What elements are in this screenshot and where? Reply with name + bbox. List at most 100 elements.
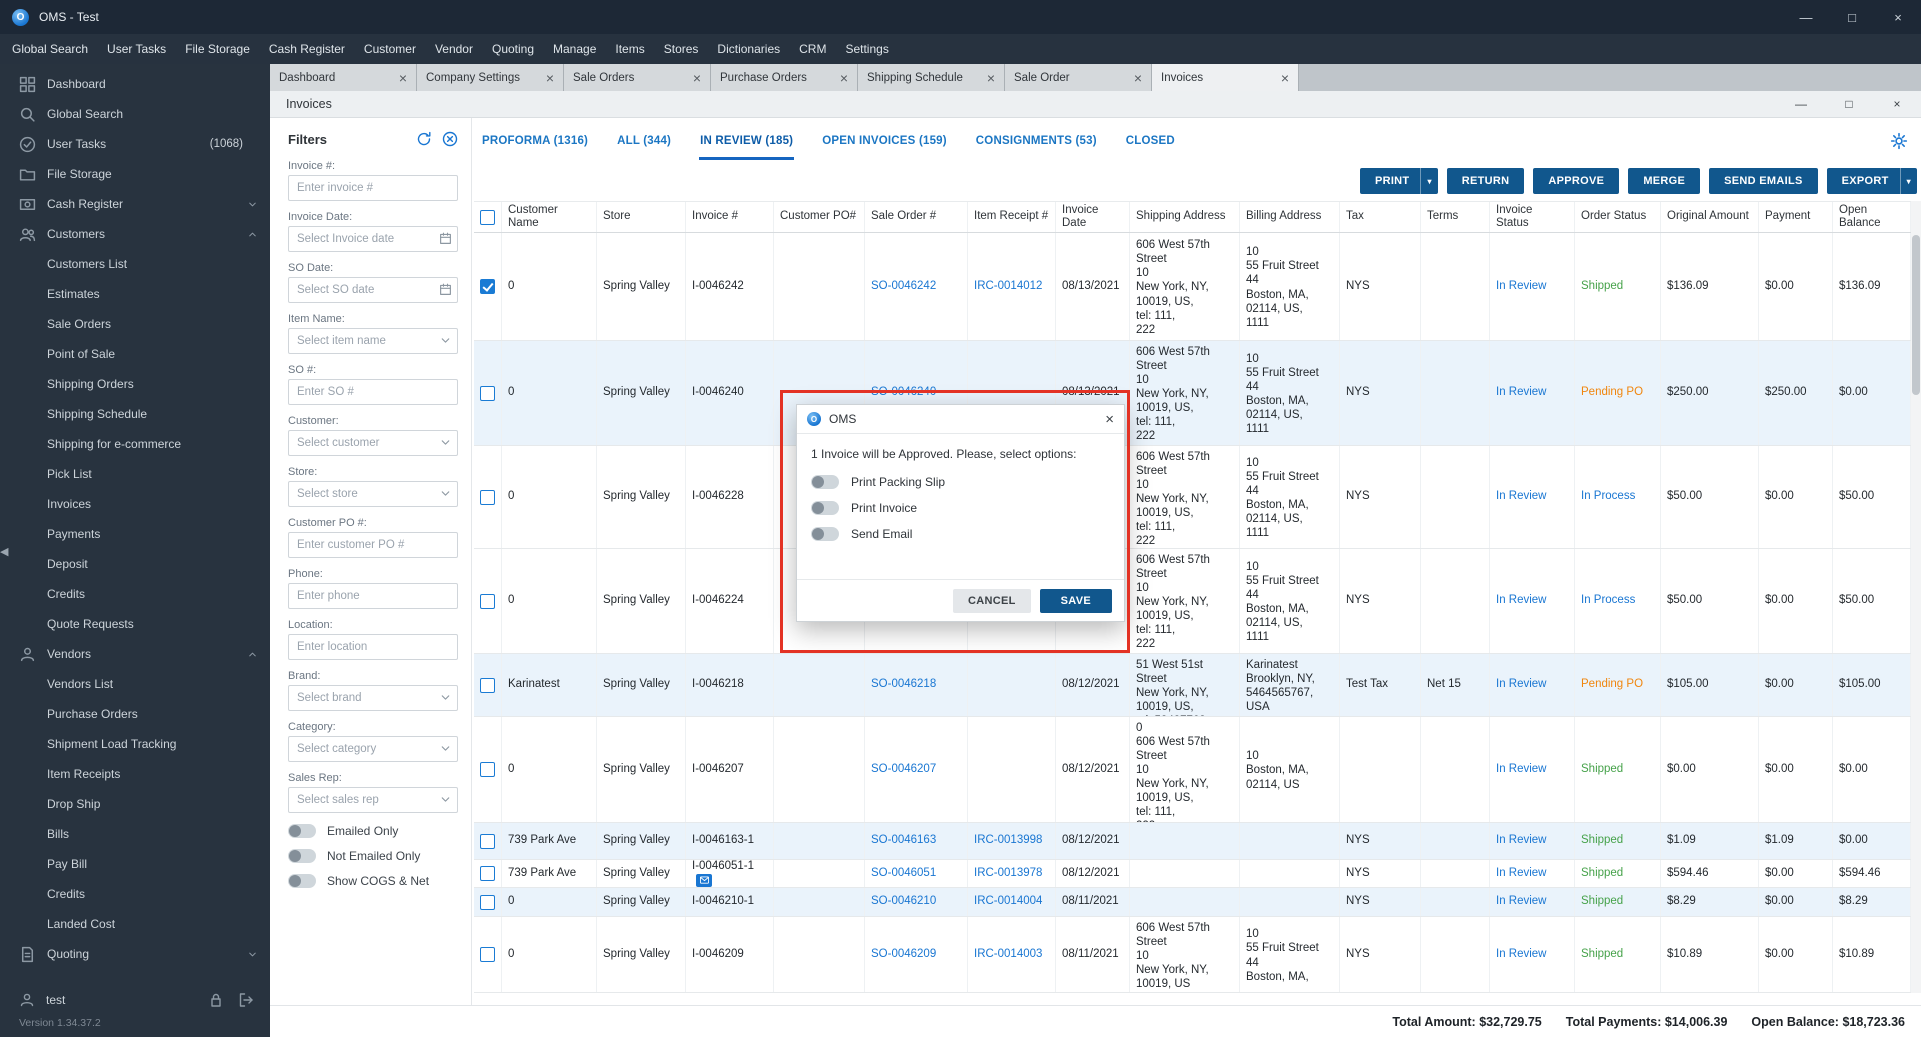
menu-settings[interactable]: Settings (845, 42, 888, 56)
toggle-switch[interactable] (288, 849, 316, 863)
logout-icon[interactable] (238, 992, 254, 1008)
sidebar-item-quoting[interactable]: Quoting (0, 939, 270, 969)
invoice-row[interactable]: 0 Spring Valley I-0046207 SO-0046207 08/12/2… (474, 717, 1911, 823)
view-tab-closed[interactable]: CLOSED (1125, 131, 1176, 160)
item-receipt-link[interactable]: IRC-0013998 (974, 834, 1042, 848)
menu-user-tasks[interactable]: User Tasks (107, 42, 166, 56)
sidebar-item-customers-list[interactable]: Customers List (0, 249, 270, 279)
view-tab-all-344[interactable]: ALL (344) (616, 131, 672, 160)
row-checkbox[interactable] (480, 677, 495, 693)
row-checkbox[interactable] (480, 833, 495, 849)
menu-quoting[interactable]: Quoting (492, 42, 534, 56)
sidebar-item-pick-list[interactable]: Pick List (0, 459, 270, 489)
window-maximize-button[interactable]: □ (1825, 91, 1873, 117)
return-button[interactable]: RETURN (1446, 168, 1525, 194)
sidebar-item-invoices[interactable]: Invoices (0, 489, 270, 519)
sidebar-item-shipment-load-tracking[interactable]: Shipment Load Tracking (0, 729, 270, 759)
row-checkbox[interactable] (480, 947, 495, 962)
column-header-payment[interactable]: Payment (1759, 202, 1833, 232)
filter-input-store[interactable] (288, 481, 458, 507)
sale-order-link[interactable]: SO-0046163 (871, 834, 936, 848)
sidebar-item-shipping-for-e-commerce[interactable]: Shipping for e-commerce (0, 429, 270, 459)
dialog-close-icon[interactable]: × (1105, 412, 1114, 427)
column-header-open-balance[interactable]: Open Balance (1833, 202, 1911, 232)
invoice-row[interactable]: 739 Park Ave Spring Valley I-0046051-1 SO-0… (474, 860, 1911, 888)
column-header-customer-po[interactable]: Customer PO# (774, 202, 865, 232)
sidebar-collapse-icon[interactable]: ◀ (0, 545, 8, 558)
sidebar-item-user-tasks[interactable]: User Tasks (1068) (0, 129, 270, 159)
menu-crm[interactable]: CRM (799, 42, 826, 56)
dropdown-caret-icon[interactable]: ▾ (1420, 168, 1437, 194)
toggle-switch[interactable] (288, 824, 316, 838)
export-button[interactable]: EXPORT ▾ (1826, 168, 1917, 194)
sidebar-item-shipping-orders[interactable]: Shipping Orders (0, 369, 270, 399)
invoice-row[interactable]: 0 Spring Valley I-0046210-1 SO-0046210 IRC-0… (474, 888, 1911, 917)
menu-cash-register[interactable]: Cash Register (269, 42, 345, 56)
invoice-row[interactable]: 739 Park Ave Spring Valley I-0046163-1 SO-0… (474, 823, 1911, 860)
sale-order-link[interactable]: SO-0046218 (871, 678, 936, 692)
sidebar-item-customers[interactable]: Customers (0, 219, 270, 249)
sidebar-item-estimates[interactable]: Estimates (0, 279, 270, 309)
clear-filters-icon[interactable] (442, 131, 458, 147)
filter-input-invoice[interactable] (288, 175, 458, 201)
filter-input-customer-po[interactable] (288, 532, 458, 558)
close-tab-icon[interactable]: × (399, 71, 407, 85)
filter-toggle-emailed-only[interactable]: Emailed Only (288, 824, 458, 838)
doc-tab-dashboard[interactable]: Dashboard × (270, 64, 417, 91)
sidebar-item-file-storage[interactable]: File Storage (0, 159, 270, 189)
doc-tab-sale-orders[interactable]: Sale Orders × (564, 64, 711, 91)
merge-button[interactable]: MERGE (1628, 168, 1701, 194)
modal-option-print-packing-slip[interactable]: Print Packing Slip (811, 475, 1110, 489)
invoice-row[interactable]: 0 Spring Valley I-0046224 606 West 57th Str… (474, 549, 1911, 654)
settings-gear-icon[interactable] (1890, 132, 1908, 150)
sidebar-item-shipping-schedule[interactable]: Shipping Schedule (0, 399, 270, 429)
filter-toggle-not-emailed-only[interactable]: Not Emailed Only (288, 849, 458, 863)
toggle-switch[interactable] (288, 874, 316, 888)
toggle-switch[interactable] (811, 527, 839, 541)
close-tab-icon[interactable]: × (840, 71, 848, 85)
sale-order-link[interactable]: SO-0046207 (871, 763, 936, 777)
sidebar-item-purchase-orders[interactable]: Purchase Orders (0, 699, 270, 729)
column-header-invoice[interactable]: Invoice # (686, 202, 774, 232)
close-tab-icon[interactable]: × (1134, 71, 1142, 85)
modal-option-print-invoice[interactable]: Print Invoice (811, 501, 1110, 515)
sidebar-item-landed-cost[interactable]: Landed Cost (0, 909, 270, 939)
row-checkbox[interactable] (480, 894, 495, 910)
sidebar-item-bills[interactable]: Bills (0, 819, 270, 849)
dropdown-caret-icon[interactable]: ▾ (1899, 168, 1917, 194)
sidebar-item-pay-bill[interactable]: Pay Bill (0, 849, 270, 879)
filter-input-brand[interactable] (288, 685, 458, 711)
view-tab-in-review-185[interactable]: IN REVIEW (185) (699, 131, 795, 160)
column-header-customer-name[interactable]: Customer Name (502, 202, 597, 232)
menu-manage[interactable]: Manage (553, 42, 596, 56)
window-minimize-button[interactable]: — (1777, 91, 1825, 117)
modal-option-send-email[interactable]: Send Email (811, 527, 1110, 541)
doc-tab-shipping-schedule[interactable]: Shipping Schedule × (858, 64, 1005, 91)
column-header-sale-order[interactable]: Sale Order # (865, 202, 968, 232)
filter-input-so-date[interactable] (288, 277, 458, 303)
menu-items[interactable]: Items (615, 42, 644, 56)
menu-dictionaries[interactable]: Dictionaries (717, 42, 780, 56)
item-receipt-link[interactable]: IRC-0014003 (974, 948, 1042, 962)
menu-customer[interactable]: Customer (364, 42, 416, 56)
item-receipt-link[interactable]: IRC-0014012 (974, 280, 1042, 294)
menu-global-search[interactable]: Global Search (12, 42, 88, 56)
doc-tab-invoices[interactable]: Invoices × (1152, 64, 1299, 91)
print-button[interactable]: PRINT ▾ (1359, 168, 1438, 194)
filter-input-item-name[interactable] (288, 328, 458, 354)
doc-tab-purchase-orders[interactable]: Purchase Orders × (711, 64, 858, 91)
select-all-checkbox[interactable] (480, 209, 495, 225)
filter-input-location[interactable] (288, 634, 458, 660)
row-checkbox[interactable] (480, 279, 495, 294)
row-checkbox[interactable] (480, 762, 495, 777)
toggle-switch[interactable] (811, 501, 839, 515)
sale-order-link[interactable]: SO-0046051 (871, 867, 936, 881)
toggle-switch[interactable] (811, 475, 839, 489)
menu-stores[interactable]: Stores (664, 42, 699, 56)
window-close-button[interactable]: × (1873, 91, 1921, 117)
cancel-button[interactable]: CANCEL (953, 588, 1031, 613)
row-checkbox[interactable] (480, 489, 495, 505)
invoice-row[interactable]: Karinatest Spring Valley I-0046218 SO-00462… (474, 654, 1911, 717)
sidebar-item-payments[interactable]: Payments (0, 519, 270, 549)
save-button[interactable]: SAVE (1039, 588, 1112, 613)
